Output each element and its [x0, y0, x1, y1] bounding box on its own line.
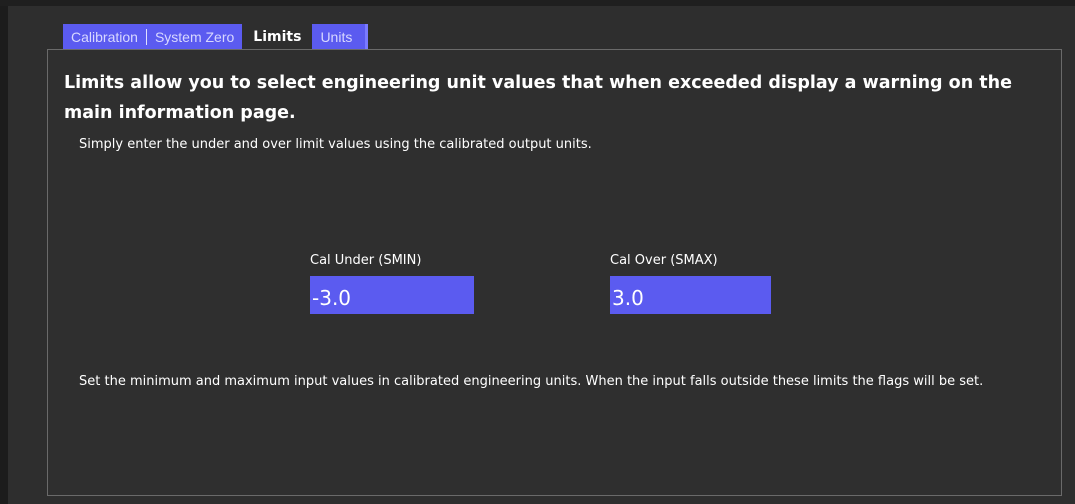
page-heading: Limits allow you to select engineering u… [64, 73, 1012, 123]
instructions-text: Simply enter the under and over limit va… [79, 137, 592, 152]
cal-over-label: Cal Over (SMAX) [610, 253, 718, 268]
cal-over-input[interactable] [610, 276, 771, 314]
tab-bar: Calibration System Zero Limits Units [63, 24, 369, 50]
tab-limits[interactable]: Limits [242, 24, 313, 50]
cal-under-label: Cal Under (SMIN) [310, 253, 422, 268]
tab-units[interactable]: Units [312, 24, 369, 50]
limits-footnote: Set the minimum and maximum input values… [79, 374, 984, 389]
left-edge [0, 0, 8, 504]
tab-group-left: Calibration System Zero [63, 24, 243, 50]
cal-under-input[interactable] [310, 276, 474, 314]
tab-system-zero[interactable]: System Zero [147, 24, 242, 50]
tab-calibration[interactable]: Calibration [63, 24, 146, 50]
